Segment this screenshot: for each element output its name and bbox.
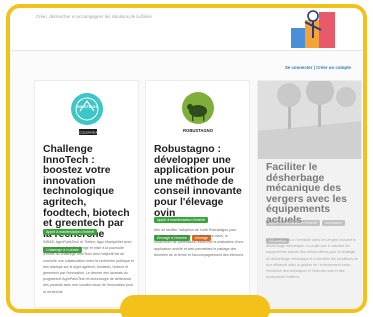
tag-ami[interactable]: Appel à manifestation d'intérêt: [43, 229, 98, 235]
app-frame: Créer, déclencher et accompagner les sol…: [6, 4, 367, 313]
innotech-logo-sub: ACCELERATEUR: [78, 131, 99, 135]
innotech-logo-text: INNOTECH: [77, 105, 97, 109]
robustagno-logo: ROBUSTAGNO: [182, 92, 214, 133]
site-subtitle: Créer, déclencher et accompagner les sol…: [36, 14, 152, 19]
robustagno-logo-text: ROBUSTAGNO: [183, 128, 214, 133]
card-thumbnail: [258, 81, 361, 159]
tag-ami[interactable]: Appel à manifestation d'intérêt: [154, 217, 209, 223]
tag-innovation[interactable]: Innovation: [322, 220, 345, 226]
site-logo-art: [291, 10, 335, 48]
login-signup-link[interactable]: Se connecter | Créer un compte: [285, 65, 351, 70]
innotech-logo: INNOTECH ACCELERATEUR: [71, 93, 103, 135]
tag-ami[interactable]: Appel à manifestation d'intérêt: [266, 220, 321, 226]
bottom-pill-button[interactable]: [120, 295, 270, 317]
card-description: Afin de faciliter l'adoption de l'outil …: [154, 228, 245, 257]
project-card-robustagno[interactable]: ROBUSTAGNO Robustagno : développer une a…: [145, 80, 250, 308]
project-card-desherbage[interactable]: Faciliter le désherbage mécanique des ve…: [257, 80, 362, 308]
card-description: Les alternatives à l'herbicide dans les …: [266, 238, 358, 280]
auth-row: Se connecter | Créer un compte: [10, 50, 363, 72]
project-card-innotech[interactable]: INNOTECH ACCELERATEUR Challenge InnoTech…: [34, 80, 139, 308]
top-banner: Créer, déclencher et accompagner les sol…: [10, 8, 363, 50]
orchard-photo: [258, 81, 361, 159]
card-description: INRAE, AgroParisTech et Trelleu, Agro Mo…: [43, 240, 134, 294]
